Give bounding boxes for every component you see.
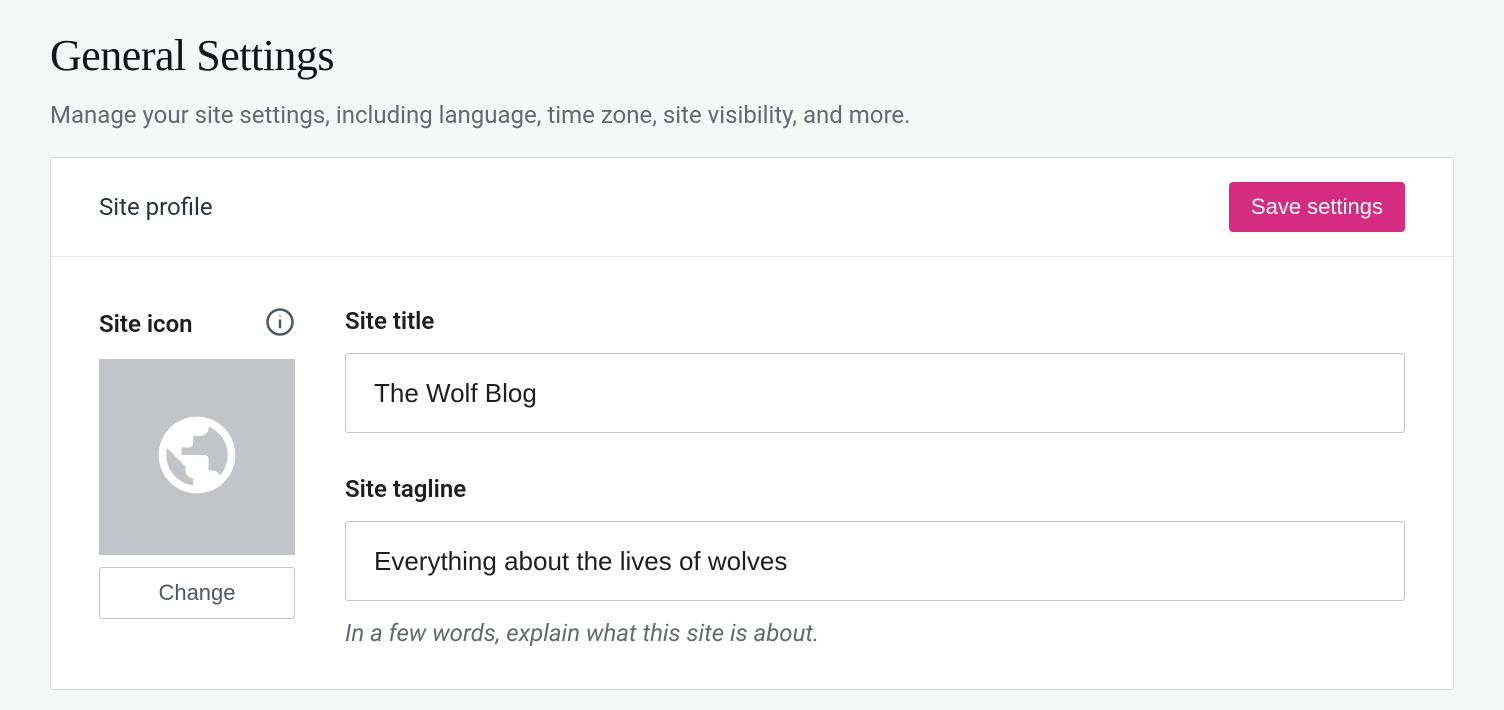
save-settings-button[interactable]: Save settings [1229, 182, 1405, 232]
site-icon-preview[interactable] [99, 359, 295, 555]
page-title: General Settings [50, 30, 1454, 81]
fields-column: Site title Site tagline In a few words, … [345, 307, 1405, 689]
site-icon-label: Site icon [99, 310, 193, 338]
change-icon-button[interactable]: Change [99, 567, 295, 619]
site-tagline-input[interactable] [345, 521, 1405, 601]
site-title-input[interactable] [345, 353, 1405, 433]
card-title: Site profile [99, 193, 213, 221]
site-icon-section: Site icon [99, 307, 295, 689]
card-body: Site icon [51, 257, 1453, 689]
globe-icon [151, 409, 243, 505]
site-title-field-group: Site title [345, 307, 1405, 433]
page-subtitle: Manage your site settings, including lan… [50, 101, 1454, 129]
site-profile-card: Site profile Save settings Site icon [50, 157, 1454, 690]
info-icon[interactable] [265, 307, 295, 341]
site-tagline-help: In a few words, explain what this site i… [345, 619, 1405, 647]
site-tagline-label: Site tagline [345, 475, 1405, 503]
site-title-label: Site title [345, 307, 1405, 335]
site-tagline-field-group: Site tagline In a few words, explain wha… [345, 475, 1405, 647]
card-header: Site profile Save settings [51, 158, 1453, 257]
